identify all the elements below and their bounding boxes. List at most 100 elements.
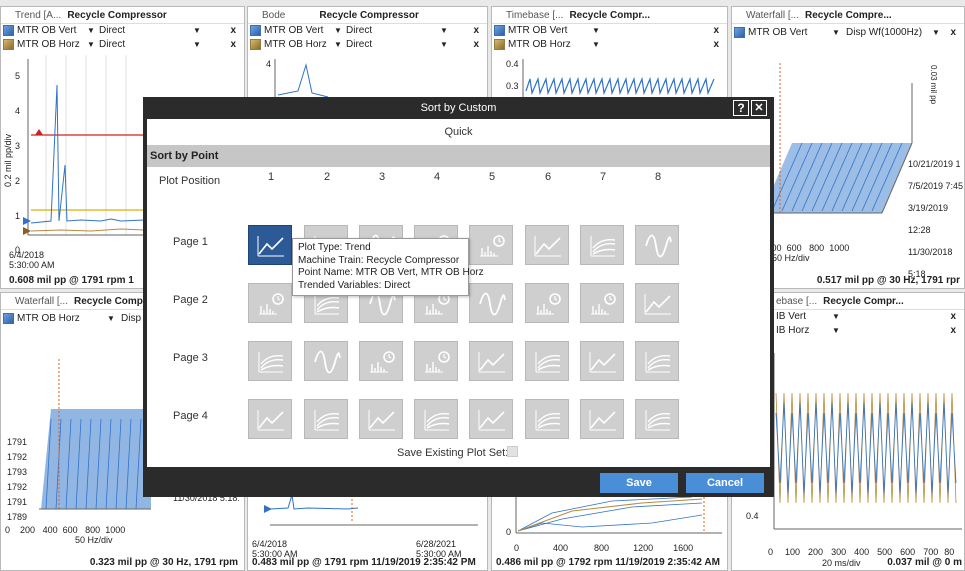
plot-slot-trend[interactable]	[525, 225, 569, 265]
sort-by-custom-dialog: Sort by Custom ? ✕ Quick Sort by Point P…	[143, 97, 774, 497]
cursor-readout: 0.323 mil pp @ 30 Hz, 1791 rpm	[89, 557, 238, 568]
plot-slot-waterfall[interactable]	[304, 399, 348, 439]
remove-point-button[interactable]: x	[950, 310, 956, 324]
plot-slot-trend[interactable]	[469, 399, 513, 439]
plot-slot-spectrum[interactable]	[580, 283, 624, 323]
plot-slot-timebase[interactable]	[304, 341, 348, 381]
point-select[interactable]: MTR OB Vert	[508, 24, 567, 38]
plot-slot-spectrum[interactable]	[414, 341, 458, 381]
dropdown-icon[interactable]: ▼	[193, 24, 201, 38]
plot-slot-trend[interactable]	[248, 399, 292, 439]
tooltip-plot-type: Plot Type: Trend	[298, 242, 371, 253]
plot-slot-trend[interactable]	[580, 341, 624, 381]
dropdown-icon[interactable]: ▼	[932, 24, 940, 42]
variable-select[interactable]: Direct	[346, 24, 372, 38]
dropdown-icon[interactable]: ▼	[440, 38, 448, 52]
point-row[interactable]: MTR OB Vert ▼ Direct ▼ x	[248, 24, 487, 38]
point-select[interactable]: IB Horz	[776, 324, 809, 338]
plot-slot-waterfall[interactable]	[635, 399, 679, 439]
panel-title: Timebase [... Recycle Compr...	[492, 7, 727, 24]
variable-select[interactable]: Direct	[99, 24, 125, 38]
quick-sort-tab[interactable]: Quick	[147, 119, 770, 145]
plot-slot-spectrum[interactable]	[359, 341, 403, 381]
plot-slot-trend[interactable]	[635, 283, 679, 323]
variable-select[interactable]: Direct	[99, 38, 125, 52]
point-select[interactable]: MTR OB Horz	[264, 38, 327, 52]
remove-point-button[interactable]: x	[473, 24, 479, 38]
point-select[interactable]: MTR OB Horz	[17, 38, 80, 52]
point-select[interactable]: MTR OB Vert	[264, 24, 323, 38]
plot-slot-timebase[interactable]	[635, 225, 679, 265]
plot-slot-trend[interactable]	[580, 399, 624, 439]
plot-slot-spectrum[interactable]	[469, 225, 513, 265]
dropdown-icon[interactable]: ▼	[334, 38, 342, 52]
close-dialog-button[interactable]: ✕	[751, 100, 767, 116]
plot-slot-waterfall[interactable]	[580, 225, 624, 265]
dropdown-icon[interactable]: ▼	[592, 24, 600, 38]
plot-slot-waterfall[interactable]	[635, 341, 679, 381]
timebase-plot-panel[interactable]: Timebase [... Recycle Compr... MTR OB Ver…	[491, 6, 728, 98]
y-tick: 0.4	[746, 511, 759, 521]
point-select[interactable]: IB Vert	[776, 310, 806, 324]
dropdown-icon[interactable]: ▼	[440, 24, 448, 38]
remove-point-button[interactable]: x	[473, 38, 479, 52]
dropdown-icon[interactable]: ▼	[832, 324, 840, 338]
point-row[interactable]: MTR OB Vert ▼ Direct ▼ x	[1, 24, 244, 38]
bode-plot-panel[interactable]: Bode Recycle Compressor MTR OB Vert ▼ Direc…	[247, 6, 488, 98]
point-select[interactable]: MTR OB Horz	[508, 38, 571, 52]
remove-point-button[interactable]: x	[230, 38, 236, 52]
plot-tooltip: Plot Type: Trend Machine Train: Recycle …	[292, 238, 484, 296]
dropdown-icon[interactable]: ▼	[193, 38, 201, 52]
y-tick: 4	[15, 106, 21, 116]
plot-slot-waterfall[interactable]	[414, 399, 458, 439]
plot-slot-trend[interactable]	[469, 341, 513, 381]
point-row[interactable]: MTR OB Horz ▼ x	[492, 38, 727, 52]
page-label: Page 1	[173, 236, 208, 248]
variable-select[interactable]: Direct	[346, 38, 372, 52]
help-button[interactable]: ?	[733, 100, 749, 116]
page-row: Page 4	[147, 394, 770, 440]
save-existing-checkbox[interactable]	[507, 446, 518, 457]
point-select[interactable]: MTR OB Vert	[17, 24, 76, 38]
point-row[interactable]: MTR OB Vert ▼ x	[492, 24, 727, 38]
remove-point-button[interactable]: x	[950, 24, 956, 42]
plot-slot-waterfall[interactable]	[525, 399, 569, 439]
trend-chart[interactable]	[248, 493, 488, 533]
plot-slot-spectrum[interactable]	[525, 283, 569, 323]
plot-slot-timebase[interactable]	[469, 283, 513, 323]
timebase-chart[interactable]	[492, 55, 728, 98]
plot-slot-waterfall[interactable]	[525, 341, 569, 381]
dropdown-icon[interactable]: ▼	[87, 38, 95, 52]
remove-point-button[interactable]: x	[713, 38, 719, 52]
dropdown-icon[interactable]: ▼	[107, 310, 115, 328]
x-tick-labels: 0 200 400 600 800 1000	[5, 525, 126, 535]
plot-slot-trend[interactable]	[359, 399, 403, 439]
dropdown-icon[interactable]: ▼	[334, 24, 342, 38]
y-tick: 1791	[7, 437, 28, 447]
position-number: 1	[267, 171, 275, 183]
variable-select[interactable]: Disp Wf(1000Hz)	[846, 24, 922, 42]
plot-slot-spectrum[interactable]	[248, 283, 292, 323]
plot-slot-trend-selected[interactable]	[248, 225, 292, 265]
point-row[interactable]: MTR OB Vert ▼ Disp Wf(1000Hz) ▼ x	[732, 24, 964, 42]
machine-name: Recycle Compressor	[67, 10, 167, 21]
dropdown-icon[interactable]: ▼	[592, 38, 600, 52]
remove-point-button[interactable]: x	[950, 324, 956, 338]
remove-point-button[interactable]: x	[230, 24, 236, 38]
dropdown-icon[interactable]: ▼	[832, 310, 840, 324]
trend-icon	[3, 25, 14, 36]
point-row[interactable]: MTR OB Horz ▼ Direct ▼ x	[248, 38, 487, 52]
point-row[interactable]: MTR OB Horz ▼ Direct ▼ x	[1, 38, 244, 52]
variable-select[interactable]: Disp	[121, 310, 141, 328]
point-select[interactable]: MTR OB Horz	[17, 310, 80, 328]
remove-point-button[interactable]: x	[713, 24, 719, 38]
dropdown-icon[interactable]: ▼	[87, 24, 95, 38]
plot-slot-waterfall[interactable]	[248, 341, 292, 381]
point-select[interactable]: MTR OB Vert	[748, 24, 807, 42]
bode-chart[interactable]	[248, 55, 488, 98]
y-axis-label: 0.2 mil pp/div	[3, 133, 13, 187]
save-button[interactable]: Save	[600, 473, 678, 493]
dropdown-icon[interactable]: ▼	[832, 24, 840, 42]
cancel-button[interactable]: Cancel	[686, 473, 764, 493]
bode-chart[interactable]	[492, 493, 728, 543]
